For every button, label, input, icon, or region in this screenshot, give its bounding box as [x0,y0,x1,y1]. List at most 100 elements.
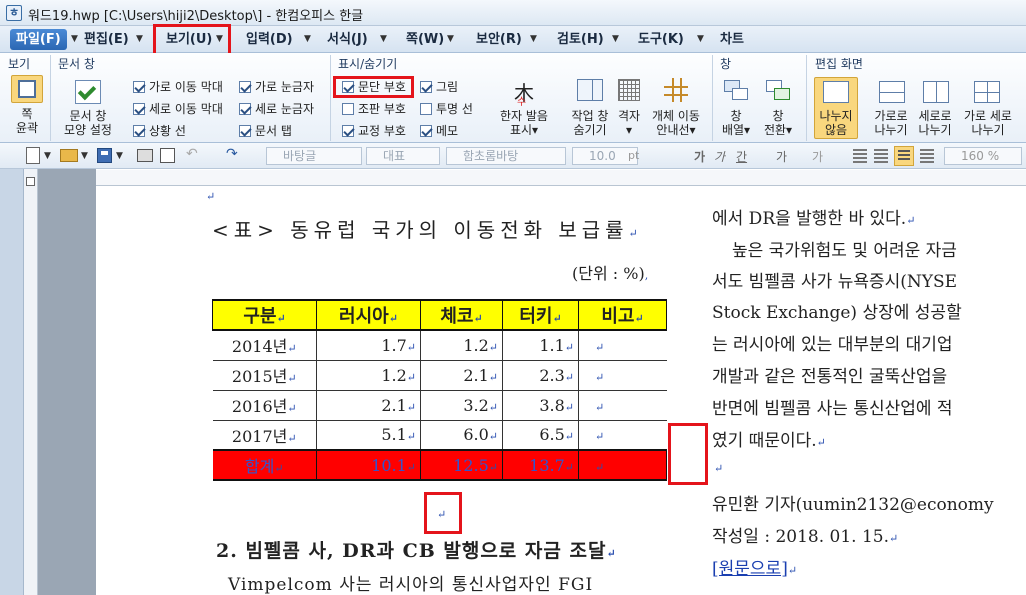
h-ruler-checkbox[interactable]: 가로 눈금자 [239,79,314,95]
chevron-down-icon[interactable]: ▼ [71,34,78,44]
right-col-line: 반면에 빔펠콤 사는 통신산업에 적 [712,399,953,419]
transparent-line-checkbox[interactable]: 투명 선 [420,101,473,117]
tab-review[interactable]: 검토(H) [557,29,604,50]
doc-window-shape-button[interactable]: 문서 창 모양 설정 [60,109,116,137]
tab-tools[interactable]: 도구(K) [638,29,684,50]
v-split-button[interactable]: 세로로 나누기 [912,109,958,137]
header-cell: 러시아↵ [316,299,421,331]
right-col-line: 에서 DR을 발행한 바 있다.↵ [712,209,916,229]
doc-window-shape-icon[interactable] [75,80,101,104]
table-row: 2016년↵ 2.1↵ 3.2↵ 3.8↵ ↵ [212,390,667,421]
grid-button[interactable]: 격자 ▾ [613,109,645,137]
group-label-edit-screen: 편집 화면 [815,57,863,71]
bold-button[interactable]: 가 [694,148,705,165]
v-split-icon[interactable] [923,81,949,103]
tab-chart[interactable]: 차트 [720,29,744,50]
undo-icon[interactable]: ↶ [186,146,198,162]
preview-icon[interactable] [160,148,175,163]
hv-split-icon[interactable] [974,81,1000,103]
tab-insert[interactable]: 입력(D) [246,29,293,50]
author-line: 유민환 기자(uumin2132@economy [712,495,994,515]
h-split-icon[interactable] [879,81,905,103]
h-split-button[interactable]: 가로로 나누기 [868,109,914,137]
font-unit[interactable]: pt [628,149,639,162]
chevron-down-icon[interactable]: ▼ [612,34,619,44]
v-scroll-checkbox[interactable]: 세로 이동 막대 [133,101,223,117]
underline-button[interactable]: 간 [736,148,747,165]
v-ruler-checkbox[interactable]: 세로 눈금자 [239,101,314,117]
align-center-button[interactable] [894,146,914,166]
tab-format[interactable]: 서식(J) [327,29,368,50]
window-arrange-button[interactable]: 창 배열▾ [718,109,754,137]
status-bar-checkbox[interactable]: 상황 선 [133,123,186,139]
window-switch-icon[interactable] [766,80,792,102]
horizontal-ruler[interactable] [96,170,1026,186]
no-split-button[interactable]: 나누지 않음 [814,109,858,137]
layout-mark-checkbox[interactable]: 조판 부호 [342,101,406,117]
ruler-corner-icon[interactable] [26,177,35,186]
table-cell: 1.2↵ [420,330,503,361]
chevron-down-icon[interactable]: ▼ [116,151,123,161]
chevron-down-icon[interactable]: ▼ [380,34,387,44]
hanja-pronunciation-button[interactable]: 한자 발음 표시▾ [495,109,553,137]
chevron-down-icon[interactable]: ▼ [697,34,704,44]
object-move-guide-button[interactable]: 개체 이동 안내선▾ [648,109,704,137]
zoom-input[interactable]: 160 % [944,147,1022,165]
h-scroll-checkbox[interactable]: 가로 이동 막대 [133,79,223,95]
header-cell: 구분↵ [212,299,317,331]
right-col-line: 는 러시아에 있는 대부분의 대기업 [712,335,953,355]
group-label-view: 보기 [8,57,31,71]
page-outline-button[interactable]: 쪽 윤곽 [10,107,44,135]
italic-button[interactable]: 가 [714,148,725,165]
hanja-icon[interactable]: 木수 [513,77,535,108]
tab-page[interactable]: 쪽(W) [406,29,444,50]
proof-mark-checkbox[interactable]: 교정 부호 [342,123,406,139]
task-window-hide-button[interactable]: 작업 창 숨기기 [567,109,613,137]
language-select[interactable]: 대표 [366,147,440,165]
chevron-down-icon[interactable]: ▼ [304,34,311,44]
paragraph-mark: ↵ [206,190,216,203]
style-select[interactable]: 바탕글 [266,147,362,165]
char-color-button[interactable]: 가 [776,148,787,165]
chevron-down-icon[interactable]: ▼ [530,34,537,44]
task-window-icon[interactable] [577,79,603,101]
redo-icon[interactable]: ↷ [226,146,238,162]
chevron-down-icon[interactable]: ▼ [44,151,51,161]
vertical-ruler[interactable] [24,169,38,595]
original-article-link[interactable]: [원문으로] [712,559,788,579]
hwp-app-icon[interactable]: ㅎ [6,5,22,21]
table-cell: ↵ [578,360,667,391]
title-bar: ㅎ 워드19.hwp [C:\Users\hiji2\Desktop\] - 한… [0,0,1026,26]
window-arrange-icon[interactable] [724,80,750,102]
align-left-icon[interactable] [874,149,888,163]
chevron-down-icon[interactable]: ▼ [136,34,143,44]
picture-checkbox[interactable]: 그림 [420,79,458,95]
print-icon[interactable] [137,149,153,162]
table-cell: ↵ [578,449,667,481]
page-outline-icon[interactable] [11,75,43,103]
table-cell: 12.5↵ [420,449,503,481]
chevron-down-icon[interactable]: ▼ [81,151,88,161]
chevron-down-icon[interactable]: ▼ [447,34,454,44]
doc-tabs-checkbox[interactable]: 문서 탭 [239,123,292,139]
tab-file[interactable]: 파일(F) [10,29,67,50]
open-folder-icon[interactable] [60,149,78,162]
object-move-guide-icon[interactable] [664,78,688,102]
font-select[interactable]: 함초롬바탕 [446,147,566,165]
window-switch-button[interactable]: 창 전환▾ [760,109,796,137]
header-cell: 체코↵ [420,299,503,331]
align-justify-icon[interactable] [853,149,867,163]
align-center-icon [898,150,910,162]
new-document-icon[interactable] [26,147,40,164]
right-col-line: 서도 빔펠콤 사가 뉴욕증시(NYSE [712,272,958,292]
paragraph-mark: ↵ [437,508,447,521]
highlight-color-button[interactable]: 가 [812,148,823,165]
memo-checkbox[interactable]: 메모 [420,123,458,139]
save-icon[interactable] [97,148,112,163]
tab-security[interactable]: 보안(R) [476,29,522,50]
align-right-icon[interactable] [920,149,934,163]
tab-edit[interactable]: 편집(E) [84,29,129,50]
grid-icon[interactable] [618,79,640,101]
table-cell: 2017년↵ [212,420,317,451]
hv-split-button[interactable]: 가로 세로 나누기 [960,109,1016,137]
